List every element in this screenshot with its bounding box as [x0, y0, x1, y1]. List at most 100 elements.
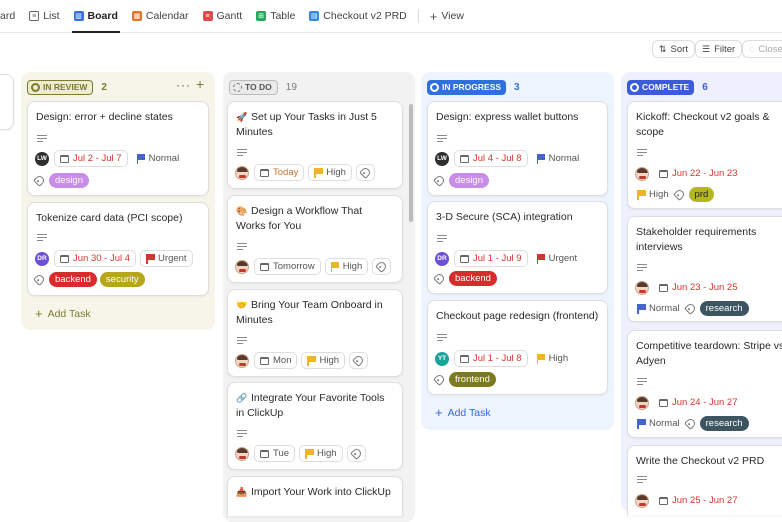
more-icon[interactable]: ··· [176, 78, 191, 92]
date-chip[interactable]: Jul 1 - Jul 9 [454, 250, 528, 267]
task-card[interactable]: Write the Checkout v2 PRD Jun 25 - Jun 2… [627, 445, 782, 515]
date-chip[interactable]: Mon [254, 352, 298, 369]
task-title: Checkout page redesign (frontend) [436, 310, 599, 322]
date-chip[interactable]: Jun 23 - Jun 25 [654, 279, 743, 296]
date-chip[interactable]: Jun 30 - Jul 4 [54, 250, 137, 267]
closed-toggle-button[interactable]: ◌ Close [742, 40, 782, 58]
date-chip[interactable]: Today [254, 164, 305, 181]
add-view-label: View [441, 10, 464, 22]
date-chip[interactable]: Jul 4 - Jul 8 [454, 150, 528, 167]
tag-design[interactable]: design [449, 173, 489, 188]
task-card[interactable]: Design: express wallet buttons LW Jul 4 … [427, 101, 608, 196]
column-scrollbar[interactable] [409, 104, 413, 222]
priority-chip[interactable]: High [324, 258, 369, 275]
add-tag-button[interactable] [372, 258, 392, 275]
priority-chip[interactable]: High [308, 164, 352, 181]
priority-chip[interactable]: High [301, 352, 346, 369]
tag-icon[interactable] [33, 174, 46, 187]
view-tab-list[interactable]: ≡ List [22, 0, 66, 33]
task-card[interactable]: 3-D Secure (SCA) integration DR Jul 1 - … [427, 201, 608, 294]
view-tab-partial[interactable]: ard [0, 0, 22, 33]
view-tab-table[interactable]: ⊞ Table [249, 0, 302, 33]
tag-icon[interactable] [683, 417, 697, 430]
task-card[interactable]: Stakeholder requirements interviews Jun … [627, 216, 782, 322]
add-tag-button[interactable] [355, 164, 375, 181]
task-card[interactable]: 📥 Import Your Work into ClickUp [227, 476, 403, 516]
date-chip[interactable]: Jun 25 - Jun 27 [654, 492, 743, 509]
view-tab-gantt[interactable]: ≡ Gantt [196, 0, 250, 33]
avatar[interactable]: LW [35, 151, 49, 166]
priority-chip[interactable]: High [635, 186, 671, 203]
sort-label: Sort [670, 43, 688, 55]
tag-icon[interactable] [433, 174, 446, 187]
add-view-button[interactable]: + View [423, 0, 471, 33]
task-card[interactable]: Competitive teardown: Stripe vs Adyen Ju… [627, 330, 782, 438]
sort-button[interactable]: ⇅ Sort [652, 40, 695, 58]
avatar[interactable] [235, 259, 249, 274]
add-task-button[interactable]: + Add Task [35, 306, 91, 321]
date-chip[interactable]: Jun 22 - Jun 23 [654, 165, 743, 182]
avatar[interactable] [235, 446, 249, 461]
add-tag-button[interactable] [346, 445, 366, 462]
avatar[interactable] [635, 280, 649, 295]
task-card[interactable]: 🔗 Integrate Your Favorite Tools in ClickU… [227, 382, 403, 470]
avatar[interactable] [635, 166, 649, 181]
task-card-partial[interactable] [0, 74, 14, 130]
task-card[interactable]: Kickoff: Checkout v2 goals & scope Jun 2… [627, 101, 782, 209]
date-chip[interactable]: Jul 2 - Jul 7 [54, 150, 128, 167]
tag-icon[interactable] [33, 273, 46, 286]
view-tab-doc[interactable]: ▤ Checkout v2 PRD [302, 0, 413, 33]
task-card[interactable]: 🤝 Bring Your Team Onboard in Minutes Mon … [227, 289, 403, 377]
date-chip[interactable]: Jul 1 - Jul 8 [454, 350, 528, 367]
priority-chip[interactable]: High [531, 350, 574, 367]
task-card[interactable]: 🎨 Design a Workflow That Works for You To… [227, 195, 403, 283]
priority-chip[interactable]: Normal [131, 150, 185, 167]
tag-backend[interactable]: backend [49, 272, 97, 287]
date-chip[interactable]: Tomorrow [254, 258, 321, 275]
priority-chip[interactable]: High [299, 445, 343, 462]
priority-chip[interactable]: Normal [635, 415, 682, 432]
add-tag-button[interactable] [349, 352, 369, 369]
column-count: 2 [101, 81, 107, 93]
date-chip[interactable]: Jun 24 - Jun 27 [654, 394, 743, 411]
task-card[interactable]: 🚀 Set up Your Tasks in Just 5 Minutes Tod… [227, 101, 403, 189]
tag-icon[interactable] [433, 373, 446, 386]
tag-prd[interactable]: prd [688, 187, 715, 202]
avatar[interactable] [635, 493, 649, 508]
view-tab-board[interactable]: ▥ Board [67, 0, 125, 33]
task-card[interactable]: Design: error + decline states LW Jul 2 … [27, 101, 209, 196]
avatar[interactable] [635, 395, 649, 410]
add-task-button[interactable]: + Add Task [435, 405, 491, 420]
description-icon [237, 149, 247, 156]
avatar[interactable]: LW [435, 151, 449, 166]
tag-icon[interactable] [683, 302, 697, 315]
filter-button[interactable]: ☰ Filter [695, 40, 743, 58]
view-tab-calendar[interactable]: ▦ Calendar [125, 0, 196, 33]
avatar[interactable]: DR [435, 251, 449, 266]
tag-frontend[interactable]: frontend [449, 372, 496, 387]
priority-chip[interactable]: Normal [635, 300, 682, 317]
avatar[interactable] [235, 353, 249, 368]
tag-research[interactable]: research [699, 416, 749, 431]
task-title: 3-D Secure (SCA) integration [436, 211, 573, 223]
tag-icon[interactable] [672, 188, 686, 201]
tag-backend[interactable]: backend [449, 271, 497, 286]
priority-chip[interactable]: Urgent [140, 250, 193, 267]
task-title-text: Bring Your Team Onboard in Minutes [236, 299, 383, 326]
tag-security[interactable]: security [99, 272, 145, 287]
description-icon [637, 264, 647, 271]
add-task-label: Add Task [47, 307, 91, 320]
avatar[interactable] [235, 165, 249, 180]
task-card[interactable]: Tokenize card data (PCI scope) DR Jun 30… [27, 202, 209, 296]
task-card[interactable]: Checkout page redesign (frontend) YT Jul… [427, 300, 608, 395]
date-chip[interactable]: Tue [254, 445, 296, 462]
tag-research[interactable]: research [699, 301, 749, 316]
tag-design[interactable]: design [49, 173, 89, 188]
avatar[interactable]: DR [35, 251, 49, 266]
plus-icon[interactable]: + [196, 76, 204, 92]
avatar[interactable]: YT [435, 351, 449, 366]
priority-chip[interactable]: Normal [531, 150, 585, 167]
calendar-icon [659, 496, 668, 505]
priority-chip[interactable]: Urgent [531, 250, 583, 267]
tag-icon[interactable] [433, 272, 446, 285]
